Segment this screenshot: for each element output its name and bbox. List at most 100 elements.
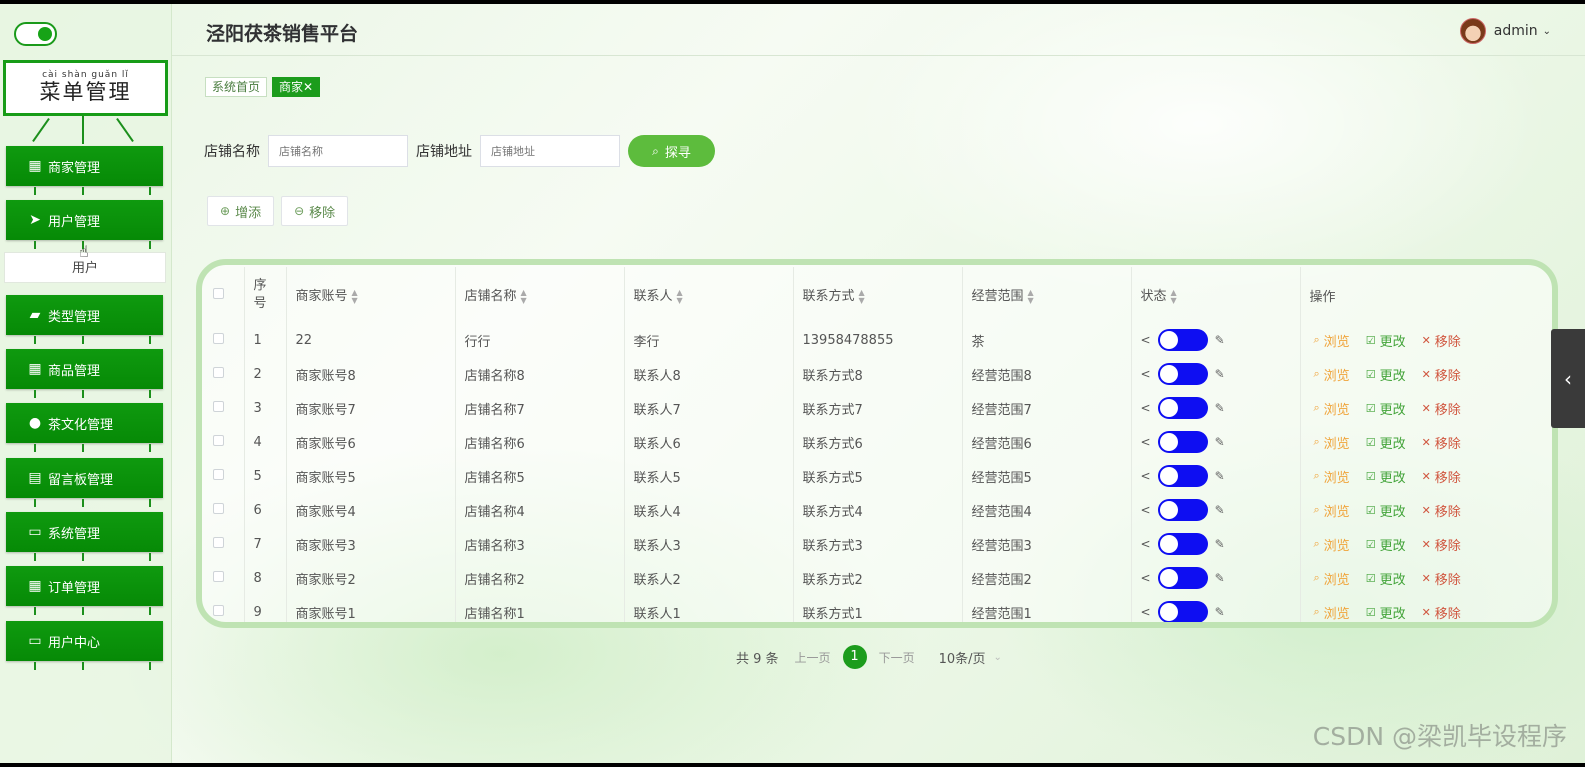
delete-button[interactable]: ✕ 移除: [1422, 535, 1461, 554]
status-switch[interactable]: [1157, 499, 1208, 521]
tag-home[interactable]: 系统首页: [205, 77, 268, 97]
col-phone[interactable]: 联系方式 ▲ ▼: [793, 267, 963, 323]
share-icon[interactable]: <: [1141, 333, 1151, 347]
sidebar-item-7[interactable]: ▭ 系统管理: [6, 512, 163, 552]
delete-button[interactable]: ✕ 移除: [1422, 399, 1461, 418]
edit-pen-icon[interactable]: ✎: [1215, 605, 1225, 619]
delete-button[interactable]: ✕ 移除: [1422, 331, 1461, 350]
share-icon[interactable]: <: [1141, 435, 1151, 449]
delete-button[interactable]: ✕ 移除: [1422, 467, 1461, 486]
row-checkbox[interactable]: [213, 332, 224, 344]
drawer-toggle[interactable]: ‹: [1551, 329, 1585, 428]
col-scope[interactable]: 经营范围 ▲ ▼: [962, 267, 1132, 323]
delete-button[interactable]: ✕ 移除: [1422, 603, 1461, 622]
edit-button[interactable]: ☑ 更改: [1366, 399, 1406, 418]
share-icon[interactable]: <: [1141, 401, 1151, 415]
next-page-button[interactable]: 下一页: [879, 649, 915, 666]
col-account[interactable]: 商家账号 ▲ ▼: [286, 267, 456, 323]
select-all-checkbox[interactable]: [213, 287, 224, 299]
edit-button[interactable]: ☑ 更改: [1366, 603, 1406, 622]
delete-button[interactable]: ✕ 移除: [1422, 569, 1461, 588]
row-checkbox[interactable]: [213, 536, 224, 548]
remove-button[interactable]: ⊖ 移除: [281, 196, 349, 226]
shop-name-input[interactable]: [268, 135, 408, 167]
col-shop[interactable]: 店铺名称 ▲ ▼: [455, 267, 625, 323]
status-switch[interactable]: [1157, 363, 1208, 385]
edit-button[interactable]: ☑ 更改: [1366, 569, 1406, 588]
page-1-button[interactable]: 1: [842, 645, 867, 669]
edit-button[interactable]: ☑ 更改: [1366, 535, 1406, 554]
share-icon[interactable]: <: [1141, 537, 1151, 551]
edit-button[interactable]: ☑ 更改: [1366, 331, 1406, 350]
sort-icon[interactable]: ▲ ▼: [352, 288, 358, 305]
share-icon[interactable]: <: [1141, 469, 1151, 483]
prev-page-button[interactable]: 上一页: [795, 649, 831, 666]
share-icon[interactable]: <: [1141, 367, 1151, 381]
user-menu[interactable]: admin ⌄: [1459, 18, 1551, 44]
view-button[interactable]: ⌕ 浏览: [1314, 467, 1350, 486]
search-button[interactable]: ⌕ 探寻: [628, 135, 715, 167]
status-switch[interactable]: [1157, 601, 1208, 622]
row-checkbox[interactable]: [213, 604, 224, 616]
edit-pen-icon[interactable]: ✎: [1215, 503, 1225, 517]
view-button[interactable]: ⌕ 浏览: [1314, 603, 1350, 622]
status-switch[interactable]: [1157, 567, 1208, 589]
edit-pen-icon[interactable]: ✎: [1215, 367, 1225, 381]
share-icon[interactable]: <: [1141, 605, 1151, 619]
row-checkbox[interactable]: [213, 400, 224, 412]
sidebar-toggle[interactable]: [14, 22, 57, 46]
col-status[interactable]: 状态 ▲ ▼: [1131, 267, 1301, 323]
status-switch[interactable]: [1157, 329, 1208, 351]
row-checkbox[interactable]: [213, 570, 224, 582]
sidebar-item-9[interactable]: ▭ 用户中心: [6, 621, 163, 661]
delete-button[interactable]: ✕ 移除: [1422, 365, 1461, 384]
edit-pen-icon[interactable]: ✎: [1215, 537, 1225, 551]
page-size-select[interactable]: 10条/页: [939, 648, 986, 667]
col-contact[interactable]: 联系人 ▲ ▼: [624, 267, 794, 323]
edit-pen-icon[interactable]: ✎: [1215, 435, 1225, 449]
status-switch[interactable]: [1157, 431, 1208, 453]
sidebar-item-2[interactable]: ➤ 用户管理: [6, 200, 163, 240]
edit-button[interactable]: ☑ 更改: [1366, 501, 1406, 520]
row-checkbox[interactable]: [213, 468, 224, 480]
shop-address-input[interactable]: [480, 135, 620, 167]
view-button[interactable]: ⌕ 浏览: [1314, 399, 1350, 418]
sort-icon[interactable]: ▲ ▼: [859, 288, 865, 305]
tag-merchant[interactable]: 商家✕: [272, 77, 321, 97]
row-checkbox[interactable]: [213, 502, 224, 514]
sort-icon[interactable]: ▲ ▼: [1028, 288, 1034, 305]
delete-button[interactable]: ✕ 移除: [1422, 433, 1461, 452]
view-button[interactable]: ⌕ 浏览: [1314, 433, 1350, 452]
share-icon[interactable]: <: [1141, 571, 1151, 585]
sidebar-item-1[interactable]: ▦ 商家管理: [6, 146, 163, 186]
sidebar-item-5[interactable]: ● 茶文化管理: [6, 403, 163, 443]
chevron-down-icon[interactable]: ⌄: [994, 652, 1002, 663]
sidebar-item-8[interactable]: ▦ 订单管理: [6, 566, 163, 606]
status-switch[interactable]: [1157, 533, 1208, 555]
edit-pen-icon[interactable]: ✎: [1215, 571, 1225, 585]
status-switch[interactable]: [1157, 465, 1208, 487]
row-checkbox[interactable]: [213, 434, 224, 446]
sidebar-item-3[interactable]: ▰ 类型管理: [6, 295, 163, 335]
edit-button[interactable]: ☑ 更改: [1366, 433, 1406, 452]
sort-icon[interactable]: ▲ ▼: [521, 288, 527, 305]
row-checkbox[interactable]: [213, 366, 224, 378]
view-button[interactable]: ⌕ 浏览: [1314, 331, 1350, 350]
edit-pen-icon[interactable]: ✎: [1215, 333, 1225, 347]
sort-icon[interactable]: ▲ ▼: [677, 288, 683, 305]
view-button[interactable]: ⌕ 浏览: [1314, 365, 1350, 384]
sidebar-item-4[interactable]: ▦ 商品管理: [6, 349, 163, 389]
status-switch[interactable]: [1157, 397, 1208, 419]
edit-pen-icon[interactable]: ✎: [1215, 401, 1225, 415]
edit-button[interactable]: ☑ 更改: [1366, 467, 1406, 486]
edit-pen-icon[interactable]: ✎: [1215, 469, 1225, 483]
sidebar-item-6[interactable]: ▤ 留言板管理: [6, 458, 163, 498]
edit-button[interactable]: ☑ 更改: [1366, 365, 1406, 384]
delete-button[interactable]: ✕ 移除: [1422, 501, 1461, 520]
view-button[interactable]: ⌕ 浏览: [1314, 535, 1350, 554]
share-icon[interactable]: <: [1141, 503, 1151, 517]
view-button[interactable]: ⌕ 浏览: [1314, 569, 1350, 588]
view-button[interactable]: ⌕ 浏览: [1314, 501, 1350, 520]
add-button[interactable]: ⊕ 增添: [207, 196, 275, 226]
sort-icon[interactable]: ▲ ▼: [1171, 288, 1177, 305]
